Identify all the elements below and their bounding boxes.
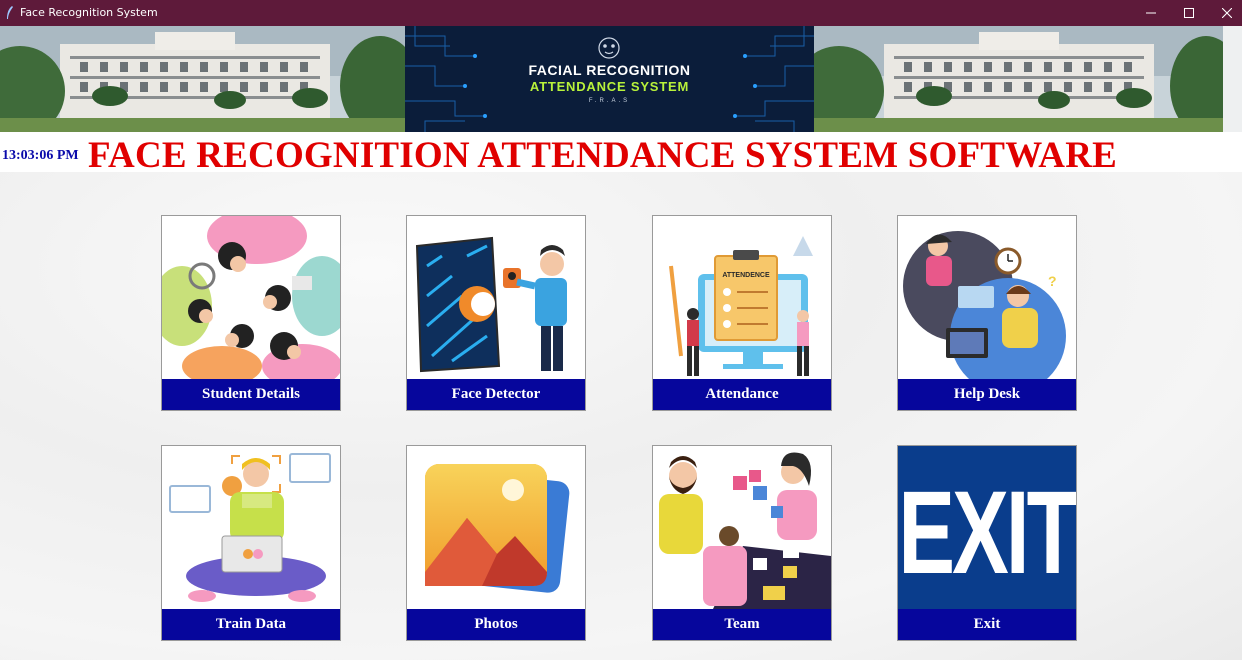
svg-text:ATTENDENCE: ATTENDENCE [722,272,770,279]
heading-row: 13:03:06 PM FACE RECOGNITION ATTENDANCE … [0,132,1242,176]
train-data-button[interactable]: Train Data [161,445,341,641]
attendance-clipboard-icon: ATTENDENCE [653,216,831,379]
student-details-button[interactable]: Student Details [161,215,341,411]
campus-building-image-left [0,26,405,132]
minimize-button[interactable] [1132,0,1170,26]
help-desk-icon: ? [898,216,1076,379]
tile-label: Train Data [162,609,340,640]
window-title: Face Recognition System [20,6,158,19]
photos-icon [407,446,585,609]
svg-text:?: ? [1048,273,1057,289]
team-button[interactable]: Team [652,445,832,641]
close-button[interactable] [1208,0,1242,26]
tile-label: Team [653,609,831,640]
photos-button[interactable]: Photos [406,445,586,641]
clock-label: 13:03:06 PM [2,148,79,163]
face-scan-icon [407,216,585,379]
header-banner: FACIAL RECOGNITION ATTENDANCE SYSTEM F.R… [0,26,1242,132]
tile-label: Student Details [162,379,340,410]
fras-logo-panel: FACIAL RECOGNITION ATTENDANCE SYSTEM F.R… [405,26,814,132]
tile-label: Face Detector [407,379,585,410]
window-titlebar: Face Recognition System [0,0,1242,26]
maximize-button[interactable] [1170,0,1208,26]
team-puzzle-icon [653,446,831,609]
face-detector-button[interactable]: Face Detector [406,215,586,411]
exit-sign-text: EXIT [898,467,1076,599]
tile-label: Exit [898,609,1076,640]
train-data-icon [162,446,340,609]
campus-building-image-right [814,26,1223,132]
minimize-icon [1146,12,1156,14]
tile-label: Photos [407,609,585,640]
logo-abbreviation: F.R.A.S [588,98,631,104]
close-icon [1222,8,1232,18]
feather-app-icon [7,6,13,19]
page-title: FACE RECOGNITION ATTENDANCE SYSTEM SOFTW… [88,135,1118,176]
logo-title-line1: FACIAL RECOGNITION [528,62,691,78]
logo-title-line2: ATTENDANCE SYSTEM [529,79,690,94]
face-outline-icon [598,37,620,59]
help-desk-button[interactable]: ? Help Desk [897,215,1077,411]
attendance-button[interactable]: ATTENDENCE Attendance [652,215,832,411]
exit-button[interactable]: EXIT Exit [897,445,1077,641]
maximize-icon [1184,8,1194,18]
banner-edge-strip [1223,26,1242,132]
students-icon [162,216,340,379]
tile-label: Help Desk [898,379,1076,410]
tile-label: Attendance [653,379,831,410]
